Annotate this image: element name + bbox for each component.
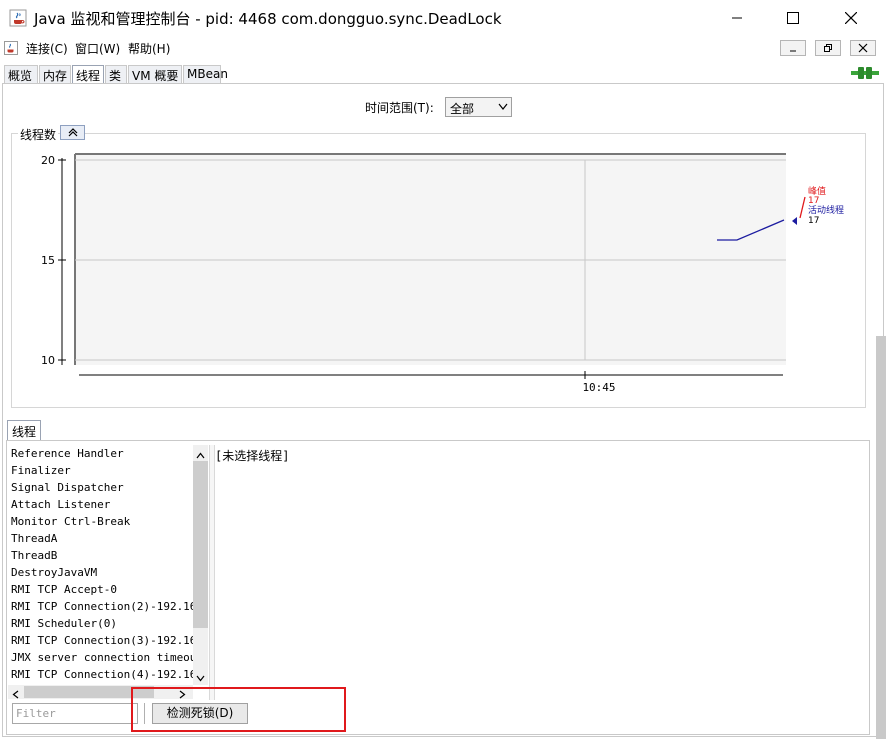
- thread-detail-text: [未选择线程]: [215, 449, 290, 463]
- threads-subtab[interactable]: 线程: [7, 420, 41, 440]
- window-edge: [876, 336, 886, 739]
- vertical-scroll-thumb[interactable]: [193, 461, 208, 628]
- scroll-left-arrow-icon[interactable]: [12, 688, 19, 702]
- thread-list-item[interactable]: JMX server connection timeout: [8, 649, 193, 666]
- thread-list-item[interactable]: RMI TCP Accept-0: [8, 581, 193, 598]
- thread-list-item[interactable]: RMI TCP Connection(2)-192.168.: [8, 598, 193, 615]
- thread-list-item[interactable]: Reference Handler: [8, 445, 193, 462]
- thread-list-item[interactable]: Monitor Ctrl-Break: [8, 513, 193, 530]
- highlight-annotation-box: [131, 687, 346, 732]
- legend-peak-value: 17: [808, 196, 819, 206]
- y-tick-label: 15: [41, 254, 55, 267]
- thread-list-item[interactable]: RMI TCP Connection(3)-192.168.: [8, 632, 193, 649]
- legend-live-label: 活动线程: [808, 204, 844, 216]
- y-tick-label: 20: [41, 154, 55, 167]
- thread-list-item[interactable]: Attach Listener: [8, 496, 193, 513]
- thread-list-item[interactable]: DestroyJavaVM: [8, 564, 193, 581]
- thread-list-item[interactable]: ThreadA: [8, 530, 193, 547]
- split-pane-divider[interactable]: [209, 445, 215, 700]
- y-tick-label: 10: [41, 354, 55, 367]
- filter-input[interactable]: Filter: [12, 703, 138, 724]
- legend-live-value: 17: [808, 216, 819, 226]
- scroll-up-arrow-icon[interactable]: [196, 448, 205, 462]
- thread-list-item[interactable]: ThreadB: [8, 547, 193, 564]
- live-threads-marker: [792, 217, 797, 225]
- peak-marker-line: [799, 196, 806, 219]
- thread-count-chart: 201510 10:45 峰值17活动线程17: [41, 153, 844, 394]
- thread-list-item[interactable]: RMI TCP Connection(4)-192.168.: [8, 666, 193, 683]
- thread-list-item[interactable]: RMI Scheduler(0): [8, 615, 193, 632]
- thread-list-item[interactable]: Signal Dispatcher: [8, 479, 193, 496]
- scroll-down-arrow-icon[interactable]: [196, 671, 205, 685]
- thread-list[interactable]: Reference Handler Finalizer Signal Dispatc…: [8, 445, 193, 685]
- thread-list-item[interactable]: Finalizer: [8, 462, 193, 479]
- x-tick-label: 10:45: [582, 381, 615, 394]
